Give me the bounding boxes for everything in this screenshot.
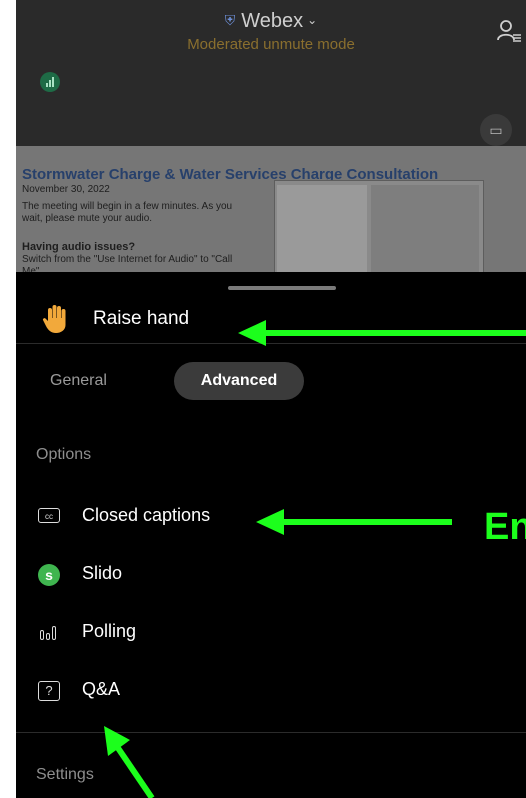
- tab-advanced[interactable]: Advanced: [174, 362, 304, 400]
- phone-screen: ⛨ Webex ⌄ Moderated unmute mode ▭ Stormwat…: [16, 0, 526, 798]
- closed-captions-label: Closed captions: [82, 505, 211, 525]
- settings-section-label: Settings: [36, 766, 94, 783]
- qa-label: Q&A: [82, 679, 121, 699]
- slido-option[interactable]: s Slido: [16, 554, 526, 594]
- raise-hand-icon: [42, 305, 66, 333]
- meeting-view: ⛨ Webex ⌄ Moderated unmute mode ▭ Stormwat…: [16, 0, 526, 272]
- signal-strength-icon: [40, 72, 60, 92]
- polling-option[interactable]: Polling: [16, 612, 526, 652]
- divider: [16, 343, 526, 344]
- polling-icon: [36, 620, 62, 644]
- unmute-mode-label: Moderated unmute mode: [187, 36, 355, 53]
- qa-icon: ?: [36, 678, 62, 702]
- divider: [16, 732, 526, 733]
- tab-general[interactable]: General: [50, 372, 107, 390]
- qa-option[interactable]: ? Q&A: [16, 670, 526, 710]
- closed-captions-icon: cc: [36, 504, 62, 528]
- layout-icon[interactable]: ▭: [480, 114, 512, 146]
- annotation-text: En: [484, 506, 526, 548]
- polling-label: Polling: [82, 621, 137, 641]
- participants-icon[interactable]: [496, 18, 522, 44]
- raise-hand-button[interactable]: Raise hand: [16, 300, 526, 342]
- slide-date: November 30, 2022: [22, 184, 110, 195]
- raise-hand-label: Raise hand: [93, 308, 190, 329]
- shared-slide: Stormwater Charge & Water Services Charg…: [16, 146, 526, 272]
- slido-label: Slido: [82, 563, 123, 583]
- app-name: Webex: [241, 10, 304, 32]
- slide-heading: Having audio issues?: [22, 241, 136, 253]
- options-section-label: Options: [36, 446, 92, 463]
- app-title[interactable]: ⛨ Webex ⌄: [16, 10, 526, 33]
- slide-screenshot: [274, 180, 484, 272]
- sheet-drag-handle[interactable]: [228, 286, 336, 290]
- shield-icon: ⛨: [224, 12, 236, 28]
- slide-text: The meeting will begin in a few minutes.…: [22, 201, 233, 224]
- slide-screenshot-panel: [277, 185, 367, 272]
- slide-text-2: Switch from the "Use Internet for Audio"…: [22, 254, 233, 272]
- chevron-down-icon: ⌄: [307, 13, 318, 27]
- closed-captions-option[interactable]: cc Closed captions: [16, 496, 526, 536]
- slide-screenshot-pane: [371, 185, 479, 272]
- slido-icon: s: [36, 562, 62, 586]
